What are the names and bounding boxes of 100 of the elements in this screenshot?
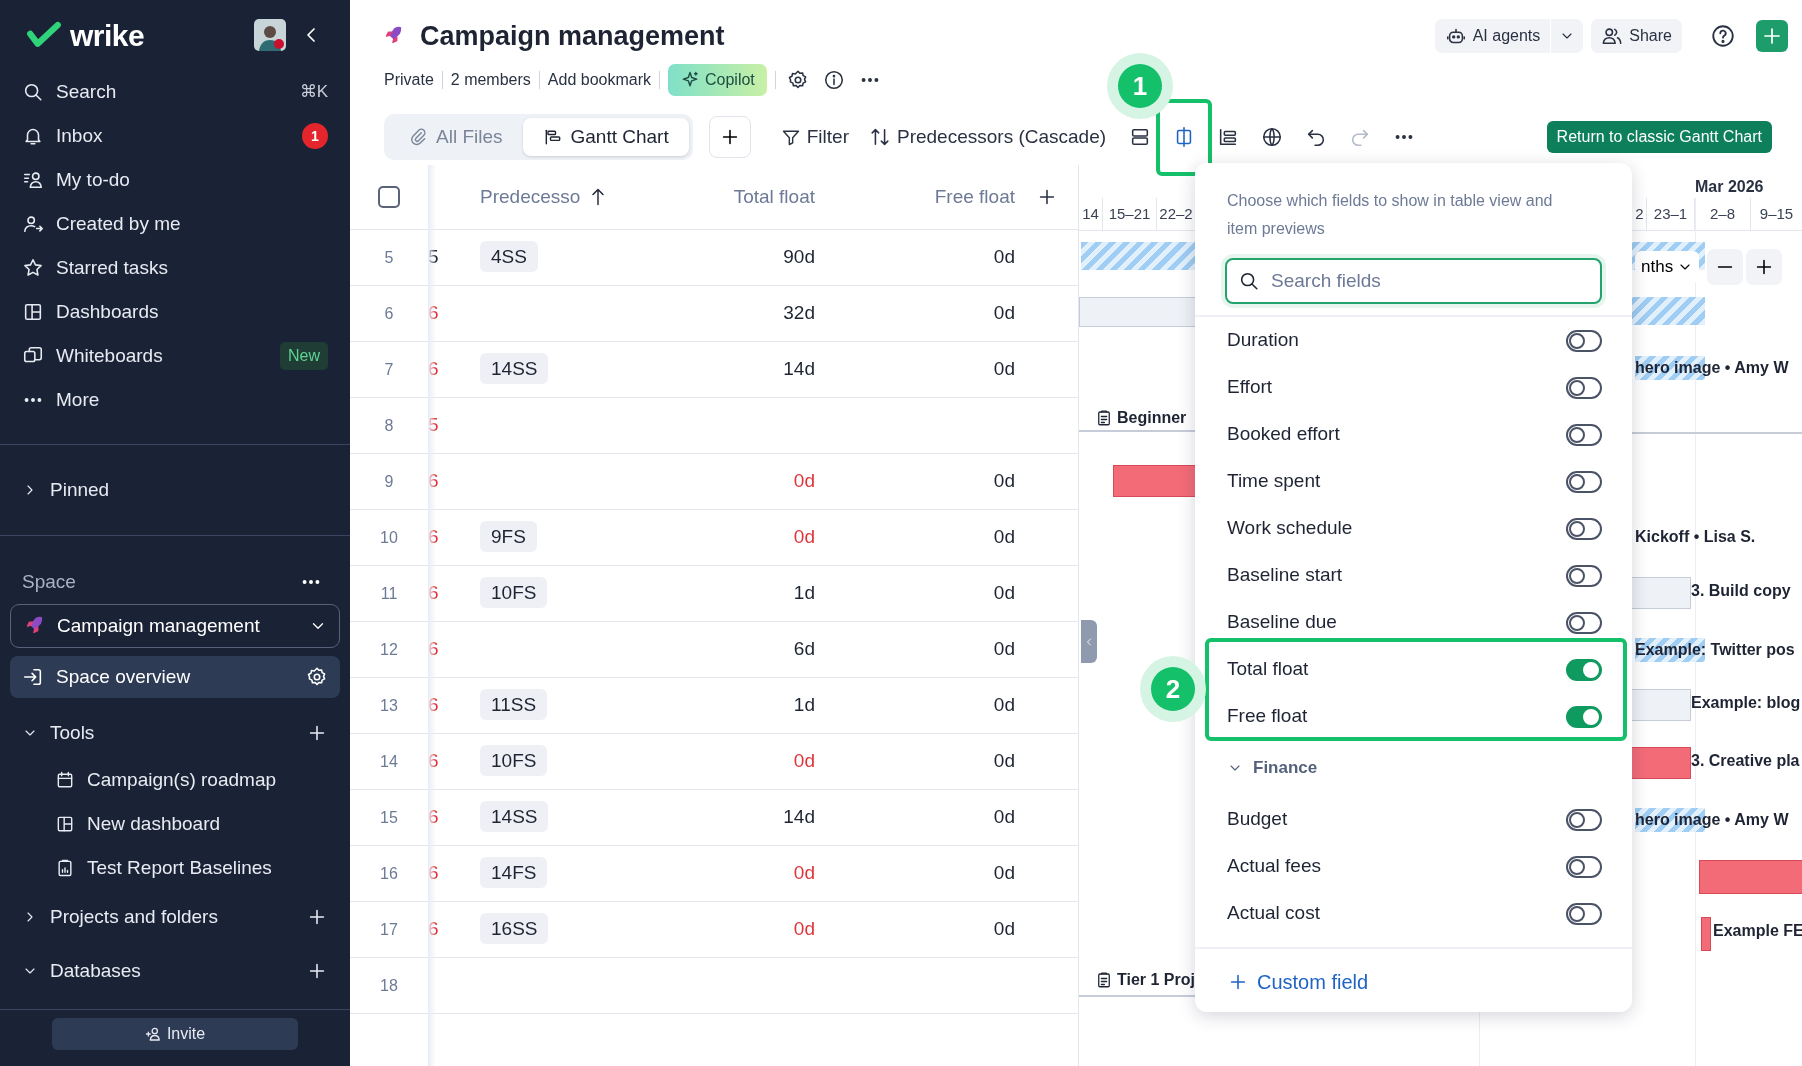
share-button[interactable]: Share — [1591, 19, 1682, 53]
predecessor-tag[interactable]: 10FS — [480, 745, 548, 777]
tree-section[interactable]: Tools — [0, 708, 350, 758]
new-tag: New — [280, 342, 328, 370]
field-label: Free float — [1227, 704, 1308, 729]
ai-agents-button[interactable]: AI agents — [1434, 19, 1551, 53]
toggle-switch[interactable] — [1566, 808, 1602, 831]
table-cell: 0d — [993, 862, 1015, 884]
space-overview-item[interactable]: Space overview — [10, 656, 340, 698]
step-marker: 2 — [1140, 656, 1206, 722]
row-number: 12 — [379, 639, 399, 660]
task-label: 3. Creative pla — [1691, 751, 1800, 771]
dashboard-icon — [55, 814, 75, 834]
table-cell: 0d — [993, 750, 1015, 772]
toggle-switch[interactable] — [1566, 705, 1602, 728]
row-number: 6 — [383, 303, 395, 324]
toggle-switch[interactable] — [1566, 329, 1602, 352]
group-toggle[interactable]: Finance — [1195, 740, 1632, 796]
table-cell: 0d — [793, 470, 815, 492]
predecessor-tag[interactable]: 9FS — [480, 521, 537, 553]
page-title: Campaign management — [420, 19, 726, 53]
zoom-in-button[interactable] — [1746, 249, 1782, 285]
todo-list-icon — [22, 169, 44, 191]
invite-button[interactable]: Invite — [52, 1018, 298, 1050]
toggle-switch[interactable] — [1566, 517, 1602, 540]
column-header[interactable]: Predecesso — [480, 182, 581, 212]
table-cell: 1d — [793, 582, 815, 604]
sort-button[interactable]: Predecessors (Cascade) — [862, 117, 1113, 157]
nav-item[interactable]: Dashboards — [0, 290, 350, 334]
scale-dropdown[interactable]: nths — [1635, 251, 1700, 283]
zoom-out-button[interactable] — [1707, 249, 1743, 285]
copilot-button[interactable]: Copilot — [668, 64, 767, 96]
task-label: Example: blog — [1691, 693, 1801, 713]
avatar-icon[interactable] — [254, 19, 286, 51]
row-number: 18 — [379, 975, 399, 996]
add-view-button[interactable] — [708, 116, 751, 158]
predecessor-tag[interactable]: 16SS — [480, 913, 549, 945]
column-header[interactable]: Free float — [934, 185, 1015, 207]
add-field-button[interactable]: Custom field — [1195, 949, 1375, 1015]
toggle-switch[interactable] — [1566, 423, 1602, 446]
predecessor-tag[interactable]: 11SS — [480, 689, 548, 721]
nav-item[interactable]: Starred tasks — [0, 246, 350, 290]
row-number: 7 — [383, 359, 395, 380]
table-cell: 0d — [993, 638, 1015, 660]
tree-section[interactable]: Databases — [0, 944, 350, 998]
toggle-switch[interactable] — [1566, 470, 1602, 493]
meta-link[interactable]: Add bookmark — [547, 68, 651, 92]
dashboard-icon — [22, 301, 44, 323]
nav-item[interactable]: Whiteboards New — [0, 334, 350, 378]
nav-item[interactable]: My to-do — [0, 158, 350, 202]
toggle-switch[interactable] — [1566, 658, 1602, 681]
row-number: 10 — [379, 527, 399, 548]
field-label: Work schedule — [1227, 516, 1353, 541]
tree-item[interactable]: Campaign(s) roadmap — [0, 758, 350, 802]
person-arrow-icon — [22, 213, 44, 235]
tree-item[interactable]: Test Report Baselines — [0, 846, 350, 890]
table-cell: 1d — [793, 694, 815, 716]
info-icon — [822, 69, 845, 91]
tree-section[interactable]: Projects and folders — [0, 890, 350, 944]
toggle-switch[interactable] — [1566, 376, 1602, 399]
toggle-switch[interactable] — [1566, 855, 1602, 878]
week-label: 2–8 — [1695, 198, 1751, 230]
space-selector[interactable]: Campaign management — [10, 604, 340, 648]
nav-item[interactable]: Search ⌘K — [0, 70, 350, 114]
filter-button[interactable]: Filter — [774, 117, 855, 157]
nav-item[interactable]: Inbox 1 — [0, 114, 350, 158]
toggle-switch[interactable] — [1566, 611, 1602, 634]
table-cell: 6 — [428, 806, 439, 828]
logo-text: wrike — [70, 17, 145, 54]
search-icon — [22, 81, 44, 103]
paperclip-icon — [408, 127, 428, 147]
tree-item[interactable]: New dashboard — [0, 802, 350, 846]
nav-item[interactable]: More — [0, 378, 350, 422]
select-all-checkbox[interactable] — [378, 186, 400, 208]
toggle-switch[interactable] — [1566, 902, 1602, 925]
week-label: 15–21 — [1103, 198, 1157, 230]
predecessor-tag[interactable]: 14FS — [480, 857, 548, 889]
column-header[interactable]: Total float — [733, 185, 815, 207]
table-cell: 6d — [793, 638, 815, 660]
return-button[interactable]: Return to classic Gantt Chart — [1546, 121, 1772, 153]
meta-link[interactable]: 2 members — [450, 68, 531, 92]
predecessor-tag[interactable]: 4SS — [480, 241, 538, 273]
table-cell: 5 — [428, 414, 439, 436]
view-tab[interactable]: Gantt Chart — [522, 118, 689, 156]
predecessor-tag[interactable]: 10FS — [480, 577, 548, 609]
task-label: Example: Twitter pos — [1635, 638, 1795, 662]
toggle-switch[interactable] — [1566, 564, 1602, 587]
meta-link[interactable]: Private — [384, 68, 434, 92]
table-cell: 6 — [428, 918, 439, 940]
shortcut-hint: ⌘K — [299, 81, 328, 104]
predecessor-tag[interactable]: 14SS — [480, 801, 549, 833]
predecessor-tag[interactable]: 14SS — [480, 353, 549, 385]
pinned-section[interactable]: Pinned — [0, 468, 350, 512]
table-cell: 6 — [428, 638, 439, 660]
search-field[interactable]: Search fields — [1225, 258, 1602, 304]
nav-item[interactable]: Created by me — [0, 202, 350, 246]
table-cell: 6 — [428, 862, 439, 884]
week-label: 2 — [1633, 198, 1647, 230]
collapse-handle[interactable] — [1081, 620, 1097, 663]
create-button[interactable] — [1756, 20, 1788, 52]
